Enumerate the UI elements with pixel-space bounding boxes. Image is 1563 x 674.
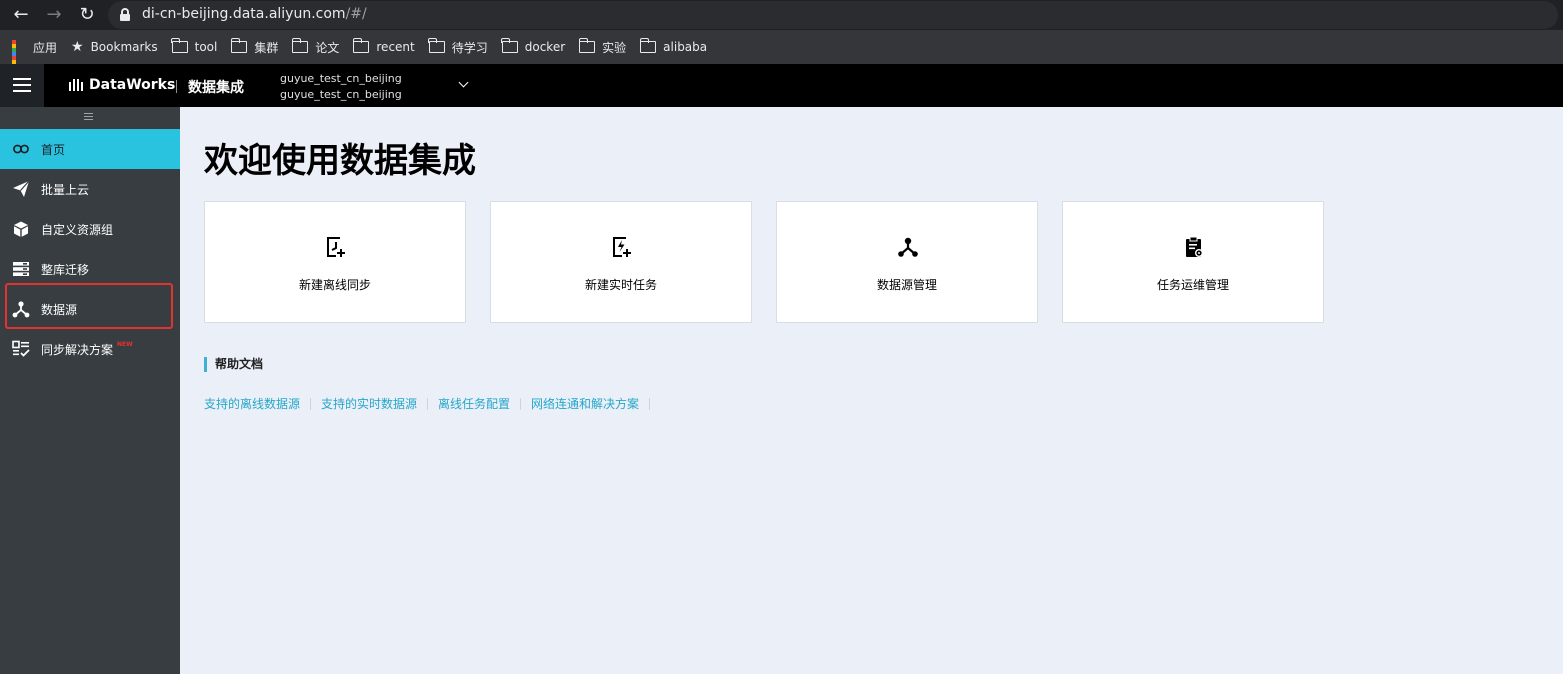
realtime-task-icon bbox=[611, 236, 633, 258]
folder-icon bbox=[171, 38, 188, 53]
offline-sync-icon bbox=[325, 236, 347, 258]
sidebar-item-label: 整库迁移 bbox=[41, 262, 90, 277]
link-divider bbox=[649, 397, 651, 410]
sidebar-item-batch-cloud[interactable]: 批量上云 bbox=[0, 169, 180, 209]
data-source-icon bbox=[897, 236, 919, 258]
card-task-ops-management[interactable]: 任务运维管理 bbox=[1062, 201, 1324, 323]
apps-grid-icon bbox=[12, 40, 26, 76]
product-name: 数据集成 bbox=[188, 80, 244, 96]
folder-icon bbox=[428, 38, 445, 53]
help-link-realtime-sources[interactable]: 支持的实时数据源 bbox=[321, 395, 417, 412]
link-divider bbox=[310, 397, 312, 410]
folder-icon bbox=[230, 38, 248, 53]
help-link-offline-sources[interactable]: 支持的离线数据源 bbox=[204, 395, 300, 412]
card-new-realtime-task[interactable]: 新建实时任务 bbox=[490, 201, 752, 323]
bookmark-folder-experiment[interactable]: 实验 bbox=[578, 38, 626, 56]
url-text: di-cn-beijing.data.aliyun.com/#/ bbox=[142, 6, 367, 22]
card-new-offline-sync[interactable]: 新建离线同步 bbox=[204, 201, 466, 323]
bookmark-folder-recent[interactable]: recent bbox=[352, 38, 415, 54]
forward-arrow-icon[interactable]: → bbox=[42, 3, 66, 27]
card-label: 任务运维管理 bbox=[1156, 278, 1229, 292]
address-bar[interactable]: di-cn-beijing.data.aliyun.com/#/ bbox=[108, 1, 1558, 29]
card-data-source-management[interactable]: 数据源管理 bbox=[776, 201, 1038, 323]
help-link-network-solutions[interactable]: 网络连通和解决方案 bbox=[531, 395, 639, 412]
sidebar-item-sync-solutions[interactable]: 同步解决方案 NEW bbox=[0, 329, 180, 369]
sidebar-item-home[interactable]: 首页 bbox=[0, 129, 180, 169]
page-title: 欢迎使用数据集成 bbox=[204, 141, 476, 181]
bookmarks-bar: 应用 ★ Bookmarks tool 集群 论文 recent 待学习 doc… bbox=[0, 30, 1563, 76]
task-ops-icon bbox=[1183, 236, 1205, 258]
new-badge: NEW bbox=[117, 340, 133, 348]
sidebar: 首页 批量上云 自定义资源组 整库迁移 数据源 同步解决方案 NEW bbox=[0, 107, 180, 674]
paper-plane-icon bbox=[12, 180, 30, 198]
sidebar-collapse-icon[interactable] bbox=[84, 113, 93, 121]
solution-checklist-icon bbox=[12, 340, 30, 358]
bookmark-folder-alibaba[interactable]: alibaba bbox=[639, 38, 707, 54]
reload-icon[interactable]: ↻ bbox=[75, 3, 99, 27]
help-link-offline-config[interactable]: 离线任务配置 bbox=[438, 395, 510, 412]
bookmark-folder-to-learn[interactable]: 待学习 bbox=[428, 38, 488, 56]
home-loop-icon bbox=[12, 140, 30, 158]
folder-icon bbox=[501, 38, 518, 53]
folder-icon bbox=[352, 38, 370, 53]
link-divider bbox=[520, 397, 522, 410]
folder-icon bbox=[578, 38, 596, 53]
lock-icon bbox=[120, 8, 130, 21]
help-links: 支持的离线数据源 支持的实时数据源 离线任务配置 网络连通和解决方案 bbox=[204, 395, 660, 412]
sidebar-item-label: 同步解决方案 bbox=[41, 342, 114, 357]
cube-icon bbox=[12, 220, 30, 238]
chevron-down-icon[interactable] bbox=[458, 78, 470, 90]
folder-icon bbox=[639, 38, 657, 53]
highlight-annotation-box bbox=[5, 283, 173, 329]
sidebar-item-label: 首页 bbox=[41, 142, 66, 157]
bookmark-folder-cluster[interactable]: 集群 bbox=[230, 38, 278, 56]
card-label: 新建离线同步 bbox=[298, 278, 371, 292]
main-content: 欢迎使用数据集成 新建离线同步 新建实时任务 数据源管理 任务运维管理 帮助文档… bbox=[180, 107, 1563, 674]
server-stack-icon bbox=[12, 260, 30, 278]
bookmark-apps[interactable]: 应用 bbox=[12, 39, 57, 76]
hamburger-menu-icon[interactable] bbox=[0, 64, 44, 107]
bookmark-bookmarks[interactable]: ★ Bookmarks bbox=[71, 40, 158, 54]
card-label: 新建实时任务 bbox=[584, 278, 657, 292]
workspace-id: guyue_test_cn_beijing bbox=[280, 88, 402, 101]
browser-toolbar: ← → ↻ di-cn-beijing.data.aliyun.com/#/ bbox=[0, 0, 1563, 30]
help-docs-title: 帮助文档 bbox=[204, 357, 263, 372]
workspace-name: guyue_test_cn_beijing bbox=[280, 72, 402, 85]
dataworks-logo-icon bbox=[68, 77, 84, 93]
app-header: DataWorks 数据集成 guyue_test_cn_beijing guy… bbox=[0, 64, 1563, 107]
link-divider bbox=[427, 397, 429, 410]
bookmark-folder-papers[interactable]: 论文 bbox=[291, 38, 339, 56]
bookmark-folder-docker[interactable]: docker bbox=[501, 38, 565, 54]
star-icon: ★ bbox=[71, 39, 84, 55]
workspace-selector[interactable]: guyue_test_cn_beijing guyue_test_cn_beij… bbox=[280, 71, 402, 103]
card-label: 数据源管理 bbox=[876, 278, 937, 292]
sidebar-item-label: 批量上云 bbox=[41, 182, 90, 197]
header-divider bbox=[176, 80, 177, 93]
sidebar-item-resource-group[interactable]: 自定义资源组 bbox=[0, 209, 180, 249]
sidebar-item-label: 自定义资源组 bbox=[41, 222, 114, 237]
folder-icon bbox=[291, 38, 309, 53]
back-arrow-icon[interactable]: ← bbox=[9, 3, 33, 27]
brand-name[interactable]: DataWorks bbox=[89, 77, 175, 93]
bookmark-folder-tool[interactable]: tool bbox=[171, 38, 217, 54]
